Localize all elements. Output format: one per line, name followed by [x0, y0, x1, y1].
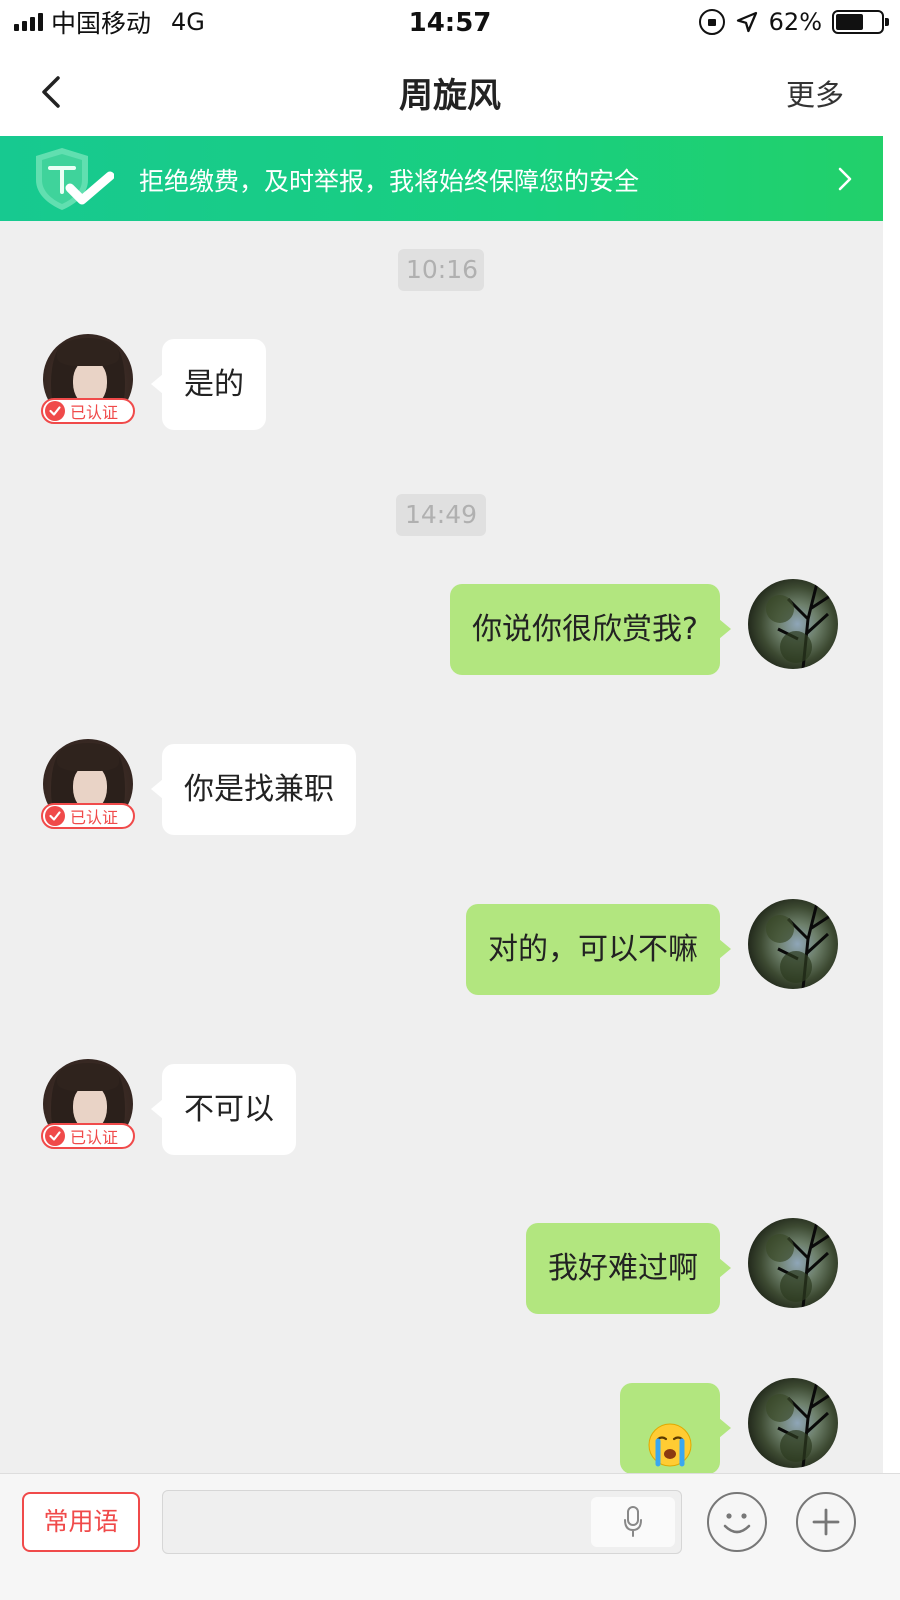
verified-label: 已认证 [70, 1128, 119, 1147]
emoji-icon [723, 1513, 751, 1534]
right-edge [883, 136, 900, 1473]
verified-badge: 已认证 [41, 1123, 135, 1149]
message-bubble-outgoing[interactable]: 你说你很欣赏我? [450, 584, 731, 675]
shield-check-icon [36, 148, 114, 210]
message-bubble-incoming[interactable]: 你是找兼职 [151, 744, 356, 835]
rotation-lock-icon [698, 9, 725, 35]
verified-badge: 已认证 [41, 398, 135, 424]
my-avatar[interactable] [748, 1378, 838, 1468]
check-icon [45, 1126, 65, 1146]
verified-label: 已认证 [70, 808, 119, 827]
safety-banner[interactable]: 拒绝缴费，及时举报，我将始终保障您的安全 [0, 136, 883, 221]
more-button[interactable]: 更多 [786, 72, 844, 114]
tree-photo-icon [766, 1218, 834, 1308]
microphone-icon [624, 1506, 642, 1537]
timestamp: 14:49 [396, 494, 486, 536]
tree-photo-icon [766, 899, 834, 989]
voice-button[interactable] [591, 1497, 675, 1547]
banner-text: 拒绝缴费，及时举报，我将始终保障您的安全 [139, 167, 640, 196]
message-input[interactable] [162, 1490, 682, 1554]
common-phrases-button[interactable]: 常用语 [22, 1492, 140, 1552]
my-avatar[interactable] [748, 579, 838, 669]
message-bubble-outgoing[interactable] [620, 1383, 731, 1473]
status-right: 62% [698, 8, 889, 36]
nav-bar: 周旋风 更多 [0, 46, 900, 136]
battery-icon [832, 10, 889, 34]
tree-photo-icon [766, 1378, 834, 1468]
battery-fill [836, 14, 864, 30]
message-bubble-incoming[interactable]: 不可以 [151, 1064, 296, 1155]
timestamp: 10:16 [398, 249, 484, 291]
tree-photo-icon [766, 579, 834, 669]
check-icon [45, 806, 65, 826]
chevron-left-icon[interactable] [38, 74, 68, 110]
page-title: 周旋风 [399, 76, 501, 116]
my-avatar[interactable] [748, 899, 838, 989]
check-icon [45, 401, 65, 421]
plus-icon [812, 1508, 840, 1536]
add-button[interactable] [796, 1492, 856, 1552]
input-bar: 常用语 [0, 1473, 900, 1600]
emoji-button[interactable] [707, 1492, 767, 1552]
my-avatar[interactable] [748, 1218, 838, 1308]
crying-face-icon [648, 1423, 692, 1466]
message-bubble-outgoing[interactable]: 我好难过啊 [526, 1223, 731, 1314]
verified-label: 已认证 [70, 403, 119, 422]
location-icon [736, 11, 757, 33]
verified-badge: 已认证 [41, 803, 135, 829]
status-bar: 中国移动 4G 14:57 62% [0, 0, 900, 46]
chevron-right-icon [838, 167, 852, 191]
message-bubble-incoming[interactable]: 是的 [151, 339, 266, 430]
message-bubble-outgoing[interactable]: 对的，可以不嘛 [466, 904, 731, 995]
chat-area[interactable]: 10:16 已认证 是的 14:49 你说你很欣赏我? 已认证 你是找兼职 对的… [0, 221, 883, 1473]
battery-percent: 62% [768, 8, 822, 36]
